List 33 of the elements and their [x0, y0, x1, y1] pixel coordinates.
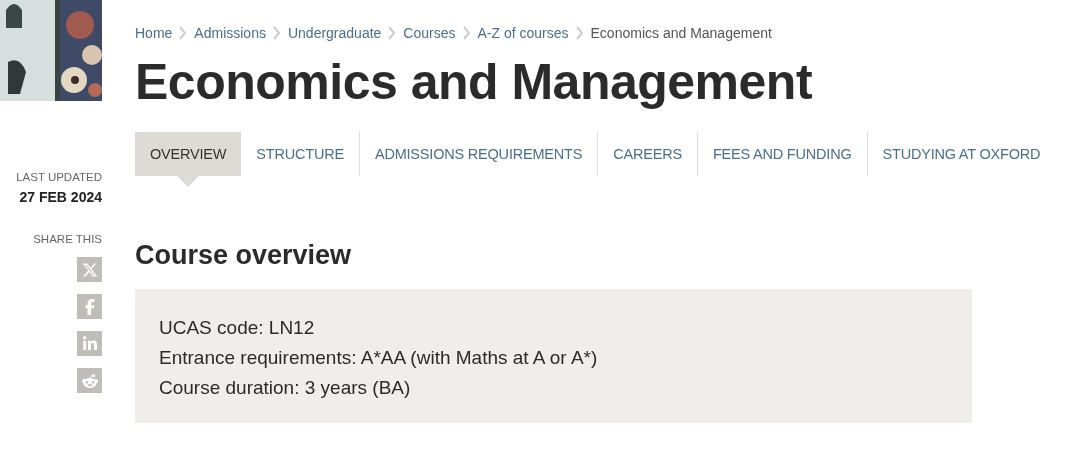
page-title: Economics and Management: [135, 55, 814, 110]
x-logo-icon: [81, 261, 98, 278]
nav-tab[interactable]: ADMISSIONS REQUIREMENTS: [359, 132, 598, 176]
last-updated-date: 27 FEB 2024: [19, 189, 102, 205]
chevron-icon: [462, 26, 471, 40]
breadcrumb-link[interactable]: Undergraduate: [287, 25, 382, 41]
tab-pointer-icon: [177, 176, 200, 187]
overview-line: UCAS code: LN12: [159, 317, 316, 339]
reddit-icon: [81, 372, 98, 389]
nav-tab[interactable]: OVERVIEW: [135, 132, 242, 176]
overview-line: Entrance requirements: A*AA (with Maths at A or A*): [159, 347, 599, 369]
breadcrumb-link[interactable]: Courses: [403, 25, 456, 41]
current-page-label: Economics and Management: [590, 25, 772, 41]
section-heading: Course overview: [135, 240, 353, 271]
nav-tab[interactable]: STUDYING AT OXFORD: [867, 132, 1056, 176]
share-button[interactable]: [77, 294, 102, 319]
breadcrumb-link[interactable]: Home: [135, 25, 173, 41]
breadcrumb-link[interactable]: A-Z of courses: [477, 25, 569, 41]
breadcrumb-link[interactable]: Admissions: [194, 25, 266, 41]
share-button[interactable]: [77, 331, 102, 356]
share-button[interactable]: [77, 368, 102, 393]
chevron-icon: [179, 26, 188, 40]
nav-tab[interactable]: FEES AND FUNDING: [697, 132, 867, 176]
nav-tab[interactable]: CAREERS: [598, 132, 697, 176]
chevron-icon: [575, 26, 584, 40]
chevron-icon: [388, 26, 397, 40]
share-label: SHARE THIS: [33, 233, 102, 245]
share-button[interactable]: [77, 257, 102, 282]
overview-line: Course duration: 3 years (BA): [159, 377, 412, 399]
last-updated-label: LAST UPDATED: [16, 171, 102, 183]
nav-tab[interactable]: STRUCTURE: [241, 132, 359, 176]
chevron-icon: [272, 26, 281, 40]
linkedin-icon: [81, 335, 98, 352]
